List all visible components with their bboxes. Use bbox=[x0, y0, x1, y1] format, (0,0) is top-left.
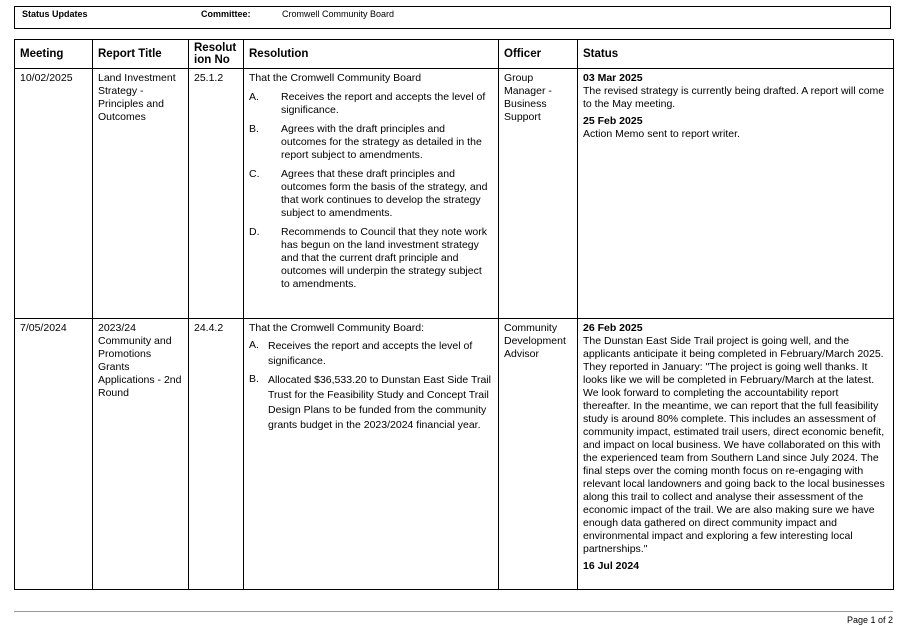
meeting-cell: 10/02/2025 bbox=[14, 68, 93, 319]
col-header-officer: Officer bbox=[498, 39, 578, 69]
resolution-no-cell: 24.4.2 bbox=[188, 318, 244, 590]
resolution-item-label: A. bbox=[249, 339, 259, 351]
page-number: Page 1 of 2 bbox=[846, 615, 893, 625]
resolution-item: B. Allocated $36,533.20 to Dunstan East … bbox=[249, 373, 493, 433]
col-header-meeting: Meeting bbox=[14, 39, 93, 69]
resolution-item: C. Agrees that these draft principles an… bbox=[249, 168, 493, 220]
col-header-report-title: Report Title bbox=[92, 39, 189, 69]
resolution-item-label: B. bbox=[249, 123, 259, 135]
resolution-item-text: Receives the report and accepts the leve… bbox=[281, 91, 486, 116]
status-date: 16 Jul 2024 bbox=[583, 560, 640, 572]
table-header-row: Meeting Report Title Resolut ion No Reso… bbox=[14, 39, 894, 69]
resolution-intro: That the Cromwell Community Board bbox=[249, 72, 422, 84]
resolution-no-cell: 25.1.2 bbox=[188, 68, 244, 319]
status-cell: 03 Mar 2025 The revised strategy is curr… bbox=[577, 68, 894, 319]
table-row: 7/05/2024 2023/24 Community and Promotio… bbox=[14, 318, 894, 590]
table-row: 10/02/2025 Land Investment Strategy - Pr… bbox=[14, 68, 894, 319]
resolution-item: D. Recommends to Council that they note … bbox=[249, 226, 493, 291]
committee-value: Cromwell Community Board bbox=[282, 9, 395, 19]
status-date: 26 Feb 2025 bbox=[583, 322, 643, 334]
col-header-resolution-no: Resolut ion No bbox=[188, 39, 244, 69]
resolution-item-label: D. bbox=[249, 226, 260, 238]
status-text: The Dunstan East Side Trail project is g… bbox=[583, 335, 885, 555]
col-header-status: Status bbox=[577, 39, 894, 69]
resolution-item-text: Agrees with the draft principles and out… bbox=[281, 123, 482, 161]
status-date: 03 Mar 2025 bbox=[583, 72, 643, 84]
status-updates-title: Status Updates bbox=[22, 9, 88, 19]
resolution-item-text: Agrees that these draft principles and o… bbox=[281, 168, 488, 219]
resolution-cell: That the Cromwell Community Board A. Rec… bbox=[243, 68, 499, 319]
officer-cell: Community Development Advisor bbox=[498, 318, 578, 590]
status-cell: 26 Feb 2025 The Dunstan East Side Trail … bbox=[577, 318, 894, 590]
resolution-item-label: A. bbox=[249, 91, 259, 103]
status-date: 25 Feb 2025 bbox=[583, 115, 643, 127]
resolution-item: A. Receives the report and accepts the l… bbox=[249, 339, 493, 369]
committee-label: Committee: bbox=[201, 9, 251, 19]
footer-divider bbox=[14, 611, 893, 612]
status-table: Meeting Report Title Resolut ion No Reso… bbox=[14, 39, 894, 590]
meeting-cell: 7/05/2024 bbox=[14, 318, 93, 590]
resolution-intro: That the Cromwell Community Board: bbox=[249, 322, 425, 334]
resolution-item-text: Allocated $36,533.20 to Dunstan East Sid… bbox=[268, 374, 491, 431]
resolution-cell: That the Cromwell Community Board: A. Re… bbox=[243, 318, 499, 590]
resolution-item-text: Recommends to Council that they note wor… bbox=[281, 226, 488, 290]
status-text: Action Memo sent to report writer. bbox=[583, 128, 740, 140]
report-title-cell: 2023/24 Community and Promotions Grants … bbox=[92, 318, 189, 590]
status-text: The revised strategy is currently being … bbox=[583, 85, 885, 110]
resolution-item-label: B. bbox=[249, 373, 259, 385]
resolution-item-label: C. bbox=[249, 168, 260, 180]
col-header-resolution: Resolution bbox=[243, 39, 499, 69]
report-title-cell: Land Investment Strategy - Principles an… bbox=[92, 68, 189, 319]
resolution-item: A. Receives the report and accepts the l… bbox=[249, 91, 493, 117]
officer-cell: Group Manager - Business Support bbox=[498, 68, 578, 319]
resolution-item: B. Agrees with the draft principles and … bbox=[249, 123, 493, 162]
resolution-item-text: Receives the report and accepts the leve… bbox=[268, 340, 473, 367]
status-header-box: Status Updates Committee: Cromwell Commu… bbox=[14, 6, 891, 29]
